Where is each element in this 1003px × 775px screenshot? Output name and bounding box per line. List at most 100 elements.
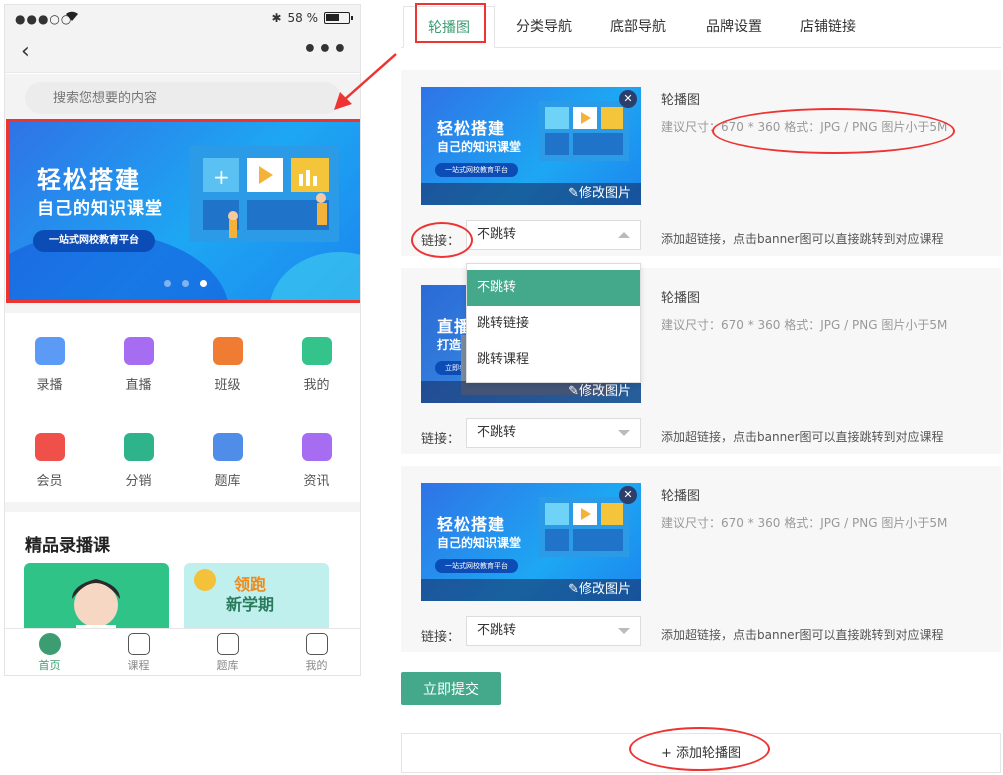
tab-item[interactable]: 店铺链接 <box>800 6 856 48</box>
grid-item[interactable]: 资讯 <box>272 433 360 489</box>
chevron-up-icon <box>618 232 630 238</box>
book-icon <box>212 433 243 461</box>
course-thumbnail <box>72 579 120 631</box>
tabbar-item[interactable]: 课程 <box>94 633 183 673</box>
carousel-dots <box>164 280 207 287</box>
banner-card: 轻松搭建 自己的知识课堂 一站式网校教育平台 ✎修改图片 ✕ 轮播图 建议尺寸：670 * … <box>401 70 1001 256</box>
link-dropdown: 不跳转 跳转链接 跳转课程 <box>466 263 641 383</box>
planet-icon <box>212 337 243 365</box>
carousel-dot[interactable] <box>164 280 171 287</box>
tab-item[interactable]: 分类导航 <box>516 6 572 48</box>
dropdown-option[interactable]: 不跳转 <box>467 270 640 306</box>
banner-carousel[interactable]: 轻松搭建 自己的知识课堂 一站式网校教育平台 + <box>6 119 360 303</box>
battery-icon <box>324 12 353 24</box>
thumb-title: 轻松搭建 <box>437 515 506 534</box>
pencil-icon: ✎ <box>568 186 579 201</box>
course-card[interactable]: 领跑 新学期 <box>184 563 329 631</box>
banner-shape <box>269 252 360 300</box>
thumb-subtitle: 打造 <box>437 338 462 352</box>
grid-item-label: 录播 <box>36 378 63 393</box>
annotation-arrow <box>334 53 397 110</box>
divider <box>5 303 360 313</box>
grid-item-label: 我的 <box>303 378 330 393</box>
thumb-illustration <box>539 497 629 557</box>
status-bar: ●●●○○ ✱ 58 % <box>5 5 360 33</box>
link-select[interactable]: 不跳转 <box>466 418 641 448</box>
card-title: 轮播图 <box>661 93 701 108</box>
edit-image-label: 修改图片 <box>578 186 631 201</box>
grid-item[interactable]: 班级 <box>183 337 272 393</box>
home-icon <box>38 633 61 655</box>
phone-preview: ●●●○○ ✱ 58 % ‹ ••• 轻松搭建 自己的知识课堂 一站式网校教育平… <box>4 4 361 676</box>
grid-item-label: 资讯 <box>303 474 330 489</box>
grid-item-label: 分销 <box>125 474 152 489</box>
carousel-dot[interactable] <box>182 280 189 287</box>
bluetooth-icon: ✱ <box>271 11 282 25</box>
banner-illustration: + <box>189 146 339 242</box>
tabbar-label: 课程 <box>127 659 150 672</box>
course-card[interactable] <box>24 563 169 631</box>
diamond-icon <box>34 433 65 461</box>
chevron-down-icon <box>618 430 630 436</box>
thumb-pill: 一站式网校教育平台 <box>435 163 518 177</box>
divider <box>5 502 360 512</box>
annotation-ellipse <box>411 222 473 258</box>
chevron-down-icon <box>618 628 630 634</box>
thumb-pill: 一站式网校教育平台 <box>435 559 518 573</box>
search-input[interactable] <box>25 82 341 114</box>
video-icon <box>34 337 65 365</box>
wifi-icon <box>65 10 79 26</box>
dropdown-option[interactable]: 跳转课程 <box>467 342 640 378</box>
section-title: 精品录播课 <box>25 536 110 556</box>
tab-item[interactable]: 品牌设置 <box>706 6 762 48</box>
link-select-value: 不跳转 <box>477 227 517 242</box>
thumb-illustration <box>539 101 629 161</box>
tabbar-item[interactable]: 题库 <box>183 633 272 673</box>
carousel-dot-active[interactable] <box>200 280 207 287</box>
back-icon[interactable]: ‹ <box>21 39 30 64</box>
annotation-ellipse <box>629 727 770 771</box>
close-icon[interactable]: ✕ <box>619 486 637 504</box>
tab-item[interactable]: 底部导航 <box>610 6 666 48</box>
banner-card: 轻松搭建 自己的知识课堂 一站式网校教育平台 ✎修改图片 ✕ 轮播图 建议尺寸：670 * … <box>401 466 1001 652</box>
close-icon[interactable]: ✕ <box>619 90 637 108</box>
card-size-hint: 建议尺寸：670 * 360 格式：JPG / PNG 图片小于5M <box>661 318 948 332</box>
link-label: 链接： <box>421 432 461 447</box>
bear-icon <box>301 337 332 365</box>
submit-button[interactable]: 立即提交 <box>401 672 501 705</box>
grid-item-label: 题库 <box>214 474 241 489</box>
edit-image-button[interactable]: ✎修改图片 <box>421 183 641 205</box>
tabbar-item[interactable]: 我的 <box>272 633 360 673</box>
battery-percent: 58 % <box>287 11 319 25</box>
tabbar-item[interactable]: 首页 <box>5 633 94 673</box>
grid-item[interactable]: 分销 <box>94 433 183 489</box>
dropdown-option[interactable]: 跳转链接 <box>467 306 640 342</box>
tabbar-label: 我的 <box>305 659 328 672</box>
edit-image-button[interactable]: ✎修改图片 <box>421 381 641 403</box>
banner-subtitle: 自己的知识课堂 <box>37 199 163 219</box>
edit-image-button[interactable]: ✎修改图片 <box>421 579 641 601</box>
tv-icon <box>123 337 154 365</box>
course-illustration <box>194 569 216 591</box>
pencil-icon: ✎ <box>568 384 579 399</box>
search-area <box>5 74 360 120</box>
card-title: 轮播图 <box>661 291 701 306</box>
svg-text:+: + <box>213 165 230 189</box>
grid-item[interactable]: 录播 <box>5 337 94 393</box>
edit-image-label: 修改图片 <box>578 582 631 597</box>
news-icon <box>301 433 332 461</box>
banner-thumbnail: 轻松搭建 自己的知识课堂 一站式网校教育平台 ✎修改图片 <box>421 87 641 205</box>
banner-title: 轻松搭建 <box>37 166 141 194</box>
annotation-ellipse <box>712 108 955 154</box>
tab-highlight <box>415 3 486 43</box>
course-icon <box>127 633 150 655</box>
grid-item-label: 直播 <box>125 378 152 393</box>
grid-item[interactable]: 会员 <box>5 433 94 489</box>
edit-image-label: 修改图片 <box>578 384 631 399</box>
link-select[interactable]: 不跳转 <box>466 616 641 646</box>
tag-icon <box>123 433 154 461</box>
link-select[interactable]: 不跳转 <box>466 220 641 250</box>
grid-item[interactable]: 我的 <box>272 337 360 393</box>
grid-item[interactable]: 直播 <box>94 337 183 393</box>
grid-item[interactable]: 题库 <box>183 433 272 489</box>
